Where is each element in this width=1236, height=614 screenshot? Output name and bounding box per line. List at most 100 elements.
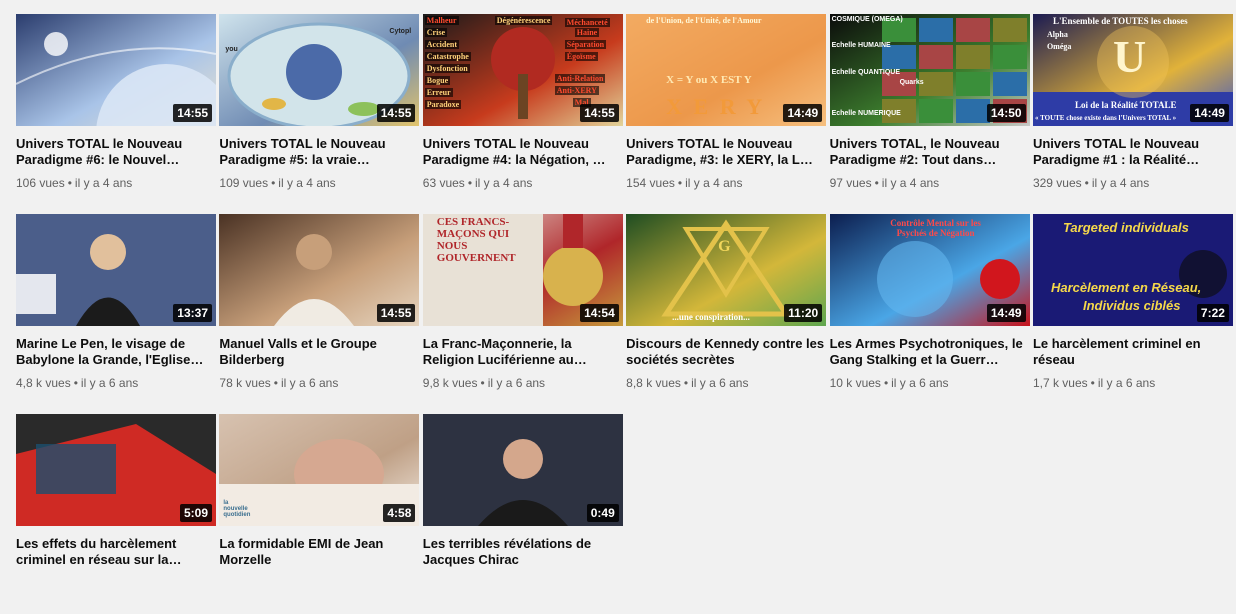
overlay-label: Bogue [424, 76, 451, 85]
video-title[interactable]: Univers TOTAL le Nouveau Paradigme #5: l… [219, 136, 419, 168]
video-thumbnail[interactable]: Malheur Dégénérescence Méchanceté Crise Hain… [422, 14, 623, 126]
video-card[interactable]: de l'Union, de l'Unité, de l'Amour X = Y … [626, 14, 827, 214]
video-meta: 63 vues • il y a 4 ans [423, 176, 623, 190]
view-count: 154 vues [626, 176, 675, 190]
upload-age: il y a 4 ans [475, 176, 533, 190]
video-thumbnail[interactable]: de l'Union, de l'Unité, de l'Amour X = Y … [626, 14, 827, 126]
video-title[interactable]: Les terribles révélations de Jacques Chi… [423, 536, 623, 568]
overlay-label: Echelle QUANTIQUE [831, 69, 901, 76]
video-title[interactable]: Manuel Valls et le Groupe Bilderberg [219, 336, 419, 368]
overlay-label: Paradoxe [424, 100, 462, 109]
overlay-label: Oméga [1046, 42, 1072, 51]
video-title[interactable]: Discours de Kennedy contre les sociétés … [626, 336, 826, 368]
video-thumbnail[interactable]: Contrôle Mental sur les Psychés de Négat… [829, 214, 1030, 326]
duration-badge: 14:55 [376, 304, 416, 322]
video-title[interactable]: Univers TOTAL le Nouveau Paradigme, #3: … [626, 136, 826, 168]
video-card[interactable]: CES FRANCS-MAÇONS QUI NOUS GOUVERNENT 14:… [422, 214, 623, 414]
video-thumbnail[interactable]: 14:55 [16, 14, 216, 126]
video-card[interactable]: 5:09 Les effets du harcèlement criminel e… [16, 414, 216, 614]
overlay-label: Alpha [1046, 30, 1068, 39]
duration-badge: 13:37 [173, 304, 212, 322]
view-count: 8,8 k vues [626, 376, 681, 390]
overlay-label: de l'Union, de l'Unité, de l'Amour [646, 16, 762, 25]
video-title[interactable]: Univers TOTAL le Nouveau Paradigme #4: l… [423, 136, 623, 168]
video-card[interactable]: Targeted individuals Harcèlement en Résea… [1032, 214, 1233, 414]
video-thumbnail[interactable]: you Cytopl 14:55 [219, 14, 420, 126]
video-title[interactable]: Univers TOTAL, le Nouveau Paradigme #2: … [830, 136, 1030, 168]
overlay-label: Individus ciblés [1082, 298, 1181, 313]
upload-age: il y a 6 ans [891, 376, 949, 390]
duration-badge: 14:50 [986, 104, 1026, 122]
video-thumbnail[interactable]: COSMIQUE (OMEGA) Echelle HUMAINE Echelle Q… [829, 14, 1030, 126]
overlay-label: CES FRANCS-MAÇONS QUI NOUS GOUVERNENT [436, 216, 516, 264]
view-count: 10 k vues [829, 376, 881, 390]
duration-badge: 14:55 [580, 104, 619, 122]
video-title[interactable]: Univers TOTAL le Nouveau Paradigme #1 : … [1033, 136, 1233, 168]
video-thumbnail[interactable]: 14:55 [219, 214, 420, 326]
video-thumbnail[interactable]: 13:37 [16, 214, 216, 326]
overlay-label: Contrôle Mental sur les Psychés de Négat… [890, 218, 981, 238]
video-card[interactable]: 14:55 Univers TOTAL le Nouveau Paradigme … [16, 14, 216, 214]
video-title[interactable]: La formidable EMI de Jean Morzelle [219, 536, 419, 568]
overlay-label: U [1112, 31, 1147, 82]
separator-dot: • [480, 376, 485, 390]
overlay-label: Loi de la Réalité TOTALE [1074, 100, 1177, 110]
video-card[interactable]: you Cytopl 14:55 Univers TOTAL le Nouveau P… [219, 14, 420, 214]
video-card[interactable]: COSMIQUE (OMEGA) Echelle HUMAINE Echelle Q… [829, 14, 1030, 214]
video-card[interactable]: 13:37 Marine Le Pen, le visage de Babylon… [16, 214, 216, 414]
upload-age: il y a 4 ans [881, 176, 940, 190]
overlay-label: Méchanceté [564, 18, 610, 27]
overlay-label: Harcèlement en Réseau, [1050, 280, 1202, 295]
upload-age: il y a 4 ans [685, 176, 743, 190]
overlay-label: Égoïsme [564, 52, 598, 61]
video-title[interactable]: Marine Le Pen, le visage de Babylone la … [16, 336, 216, 368]
video-thumbnail[interactable]: CES FRANCS-MAÇONS QUI NOUS GOUVERNENT 14:… [422, 214, 623, 326]
video-thumbnail[interactable]: 5:09 [16, 414, 216, 526]
video-thumbnail[interactable]: L'Ensemble de TOUTES les choses Alpha Omég… [1032, 14, 1233, 126]
separator-dot: • [683, 376, 689, 390]
upload-age: il y a 6 ans [487, 376, 546, 390]
video-thumbnail[interactable]: la nouvelle quotidien 4:58 [219, 414, 420, 526]
view-count: 329 vues [1032, 176, 1082, 190]
view-count: 109 vues [219, 176, 269, 190]
video-thumbnail[interactable]: 0:49 [422, 414, 623, 526]
duration-badge: 14:55 [376, 104, 416, 122]
video-meta: 154 vues • il y a 4 ans [626, 176, 826, 190]
video-thumbnail[interactable]: Targeted individuals Harcèlement en Résea… [1032, 214, 1233, 326]
video-card[interactable]: G ...une conspiration... 11:20 Discours de … [626, 214, 827, 414]
view-count: 63 vues [422, 176, 465, 190]
overlay-label: Dysfonction [424, 64, 470, 73]
overlay-label: G [718, 238, 731, 255]
duration-badge: 0:49 [586, 504, 619, 522]
overlay-label: Echelle HUMAINE [831, 42, 891, 49]
video-card[interactable]: Malheur Dégénérescence Méchanceté Crise Hain… [422, 14, 623, 214]
video-card[interactable]: la nouvelle quotidien 4:58 La formidable E… [219, 414, 420, 614]
view-count: 4,8 k vues [16, 376, 71, 390]
video-card[interactable]: 14:55 Manuel Valls et le Groupe Bilderber… [219, 214, 420, 414]
video-meta: 1,7 k vues • il y a 6 ans [1033, 376, 1233, 390]
separator-dot: • [1084, 176, 1089, 190]
overlay-label: Accident [424, 40, 459, 49]
upload-age: il y a 4 ans [278, 176, 336, 190]
overlay-label: Cytopl [389, 28, 412, 35]
video-title[interactable]: Univers TOTAL le Nouveau Paradigme #6: l… [16, 136, 216, 168]
video-meta: 4,8 k vues • il y a 6 ans [16, 376, 216, 390]
video-title[interactable]: Les effets du harcèlement criminel en ré… [16, 536, 216, 568]
overlay-label: Crise [424, 28, 447, 37]
video-thumbnail[interactable]: G ...une conspiration... 11:20 [626, 214, 827, 326]
video-card[interactable]: 0:49 Les terribles révélations de Jacques… [422, 414, 623, 614]
overlay-label: Malheur [424, 16, 459, 25]
video-title[interactable]: La Franc-Maçonnerie, la Religion Lucifér… [423, 336, 623, 368]
video-card[interactable]: L'Ensemble de TOUTES les choses Alpha Omég… [1032, 14, 1233, 214]
view-count: 106 vues [16, 176, 65, 190]
video-title[interactable]: Les Armes Psychotroniques, le Gang Stalk… [830, 336, 1030, 368]
video-title[interactable]: Le harcèlement criminel en réseau [1033, 336, 1233, 368]
video-meta: 329 vues • il y a 4 ans [1033, 176, 1233, 190]
overlay-label: Haine [574, 28, 600, 37]
overlay-label: Erreur [424, 88, 453, 97]
duration-badge: 14:49 [986, 304, 1026, 322]
overlay-label: X = Y ou X EST Y [666, 74, 752, 86]
video-card[interactable]: Contrôle Mental sur les Psychés de Négat… [829, 214, 1030, 414]
overlay-label: you [225, 46, 238, 53]
video-meta: 106 vues • il y a 4 ans [16, 176, 216, 190]
